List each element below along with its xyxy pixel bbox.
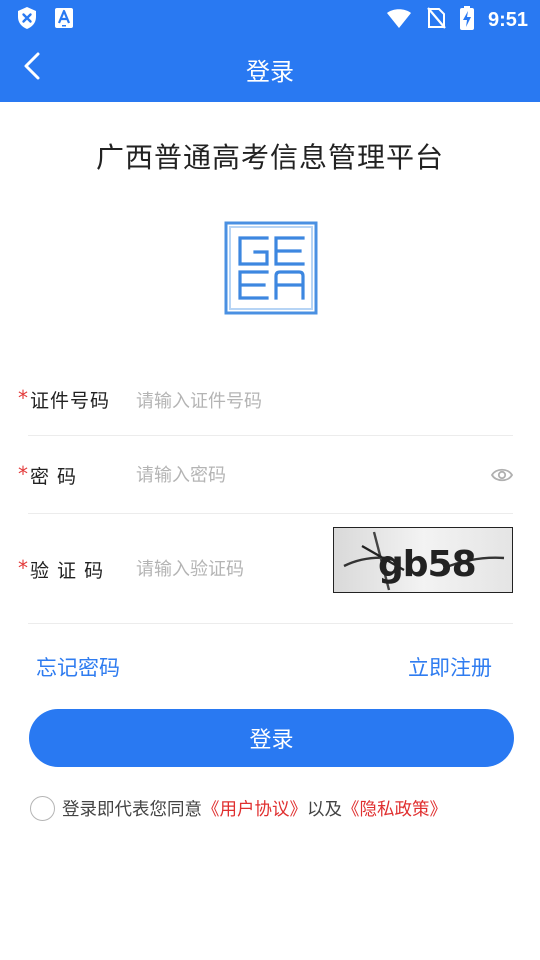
register-link[interactable]: 立即注册 bbox=[408, 652, 492, 682]
app-bar: 登录 bbox=[0, 36, 540, 102]
required-mark: * bbox=[18, 556, 28, 580]
captcha-text: gb58 bbox=[378, 544, 476, 585]
agreement: 登录即代表您同意 《用户协议》 以及 《隐私政策》 bbox=[30, 796, 447, 821]
login-button[interactable]: 登录 bbox=[29, 709, 514, 767]
agreement-prefix: 登录即代表您同意 bbox=[62, 800, 202, 820]
agreement-checkbox[interactable] bbox=[30, 796, 55, 821]
agreement-middle: 以及 bbox=[307, 800, 342, 820]
id-number-input[interactable] bbox=[136, 386, 466, 416]
required-mark: * bbox=[18, 462, 28, 486]
status-time: 9:51 bbox=[487, 8, 528, 31]
captcha-row: * 验 证 码 gb58 bbox=[18, 516, 513, 624]
captcha-input[interactable] bbox=[136, 554, 326, 584]
required-mark: * bbox=[18, 386, 28, 410]
id-number-row: * 证件号码 bbox=[18, 364, 513, 436]
geea-logo bbox=[223, 220, 319, 316]
page-title: 广西普通高考信息管理平台 bbox=[95, 141, 444, 174]
id-number-label: 证件号码 bbox=[30, 390, 111, 412]
password-input[interactable] bbox=[136, 460, 436, 490]
status-bar: 9:51 bbox=[0, 0, 540, 36]
user-agreement-link[interactable]: 《用户协议》 bbox=[202, 796, 307, 821]
privacy-policy-link[interactable]: 《隐私政策》 bbox=[342, 796, 447, 821]
eye-icon[interactable] bbox=[490, 464, 514, 486]
wifi-icon bbox=[386, 7, 412, 33]
password-label: 密 码 bbox=[30, 466, 78, 488]
no-sim-icon bbox=[426, 6, 446, 34]
shield-x-icon bbox=[16, 6, 38, 34]
text-a-icon bbox=[54, 7, 74, 33]
battery-charging-icon bbox=[459, 6, 474, 34]
captcha-label: 验 证 码 bbox=[30, 560, 105, 582]
password-row: * 密 码 bbox=[18, 438, 514, 514]
app-bar-title: 登录 bbox=[246, 58, 294, 86]
captcha-image[interactable]: gb58 bbox=[333, 527, 513, 593]
forgot-password-link[interactable]: 忘记密码 bbox=[36, 652, 120, 682]
